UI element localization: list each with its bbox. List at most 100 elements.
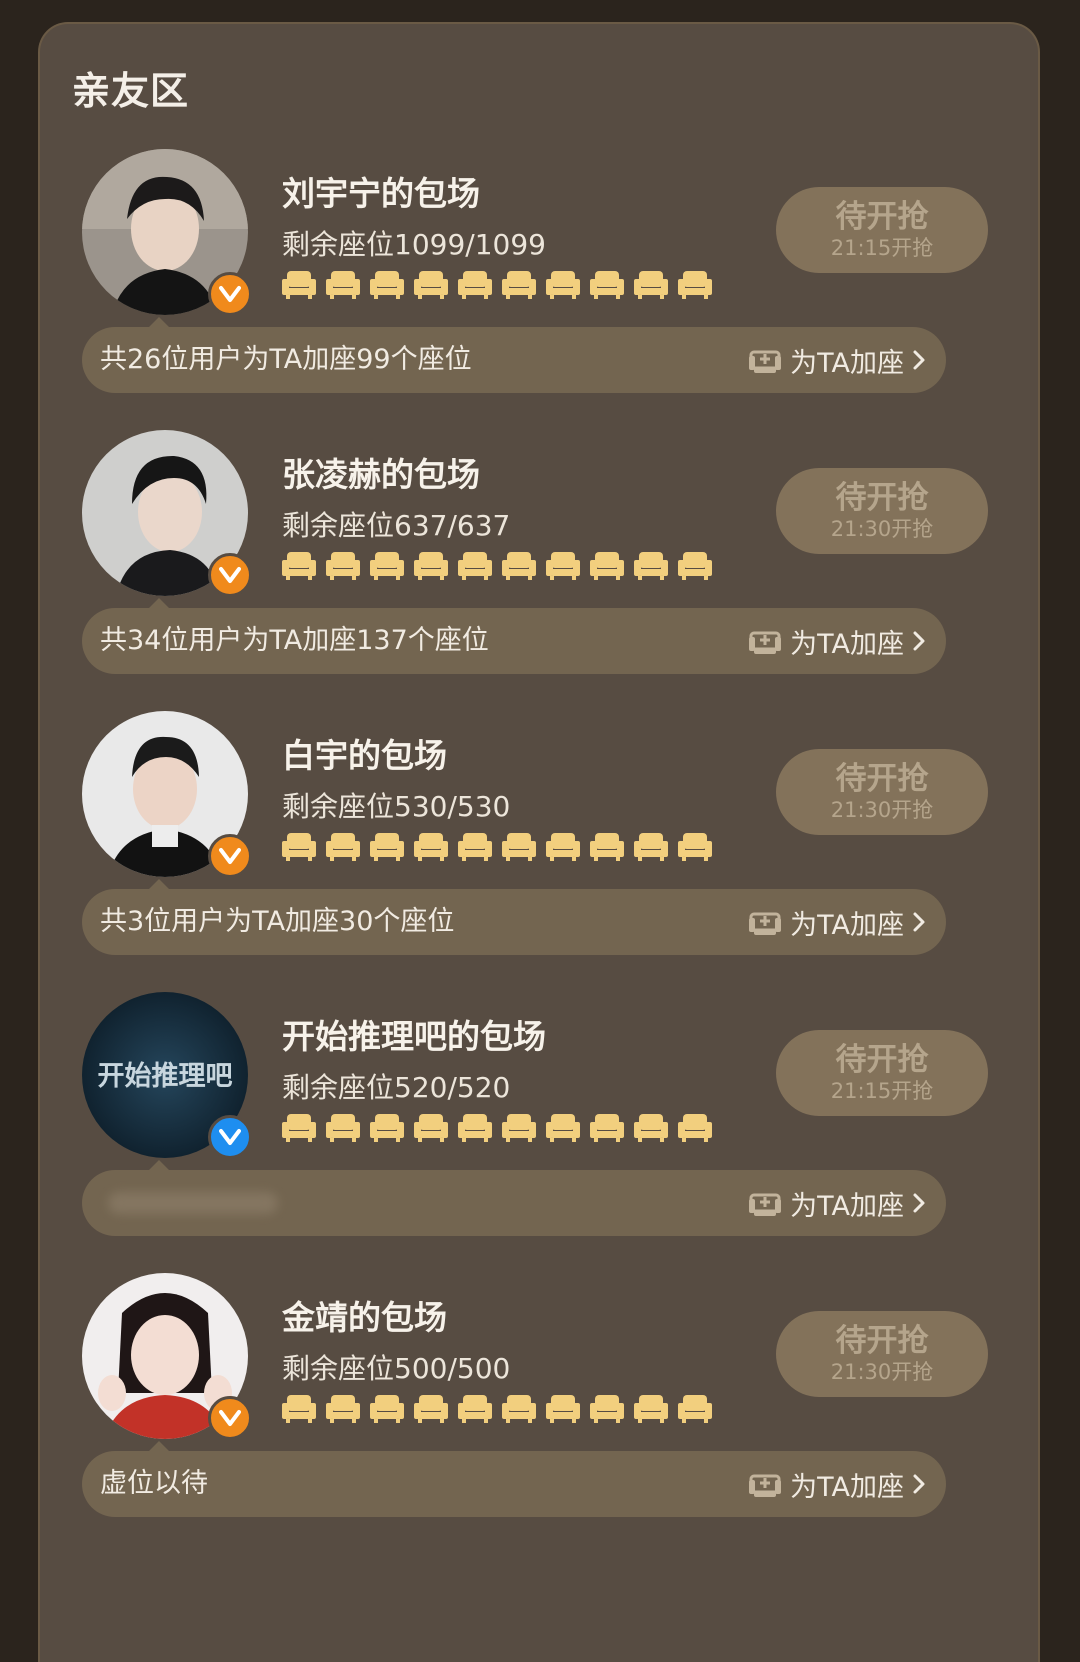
seat-row — [282, 269, 712, 299]
chevron-right-icon — [913, 912, 925, 932]
add-seat-icon — [749, 1193, 782, 1216]
start-time: 21:30开抢 — [830, 798, 934, 822]
add-seat-icon — [749, 631, 782, 654]
seat-icon — [678, 271, 712, 299]
seat-icon — [414, 271, 448, 299]
section-title: 亲友区 — [72, 69, 190, 113]
pending-grab-button[interactable]: 待开抢 21:30开抢 — [776, 468, 988, 554]
seat-icon — [634, 271, 668, 299]
seat-icon — [458, 1114, 492, 1142]
button-label: 待开抢 — [835, 199, 929, 235]
seat-icon — [678, 552, 712, 580]
seat-row — [282, 1112, 712, 1142]
add-seat-label: 为TA加座 — [790, 628, 904, 660]
seat-icon — [502, 1114, 536, 1142]
seat-icon — [546, 1114, 580, 1142]
seat-icon — [502, 552, 536, 580]
seat-icon — [590, 552, 624, 580]
venue-name: 白宇的包场 — [282, 736, 447, 775]
seat-icon — [458, 1395, 492, 1423]
button-label: 待开抢 — [835, 1042, 929, 1078]
add-seat-bar[interactable]: 共34位用户为TA加座137个座位 为TA加座 — [82, 608, 946, 674]
seat-icon — [590, 833, 624, 861]
add-seat-summary: 共3位用户为TA加座30个座位 — [100, 906, 455, 937]
seat-icon — [678, 833, 712, 861]
add-seat-label: 为TA加座 — [790, 1471, 904, 1503]
add-seat-link[interactable]: 为TA加座 — [748, 1170, 926, 1236]
seat-icon — [326, 1114, 360, 1142]
add-seat-link[interactable]: 为TA加座 — [748, 1451, 926, 1517]
seat-icon — [282, 1395, 316, 1423]
add-seat-bar[interactable]: 虚位以待 为TA加座 — [82, 1451, 946, 1517]
add-seat-label: 为TA加座 — [790, 1190, 904, 1222]
button-label: 待开抢 — [835, 480, 929, 516]
seat-icon — [414, 552, 448, 580]
seats-remaining: 剩余座位637/637 — [282, 509, 511, 542]
seat-icon — [546, 271, 580, 299]
seat-icon — [458, 271, 492, 299]
start-time: 21:30开抢 — [830, 1360, 934, 1384]
seat-icon — [370, 833, 404, 861]
avatar-logo-text: 开始推理吧 — [98, 1060, 233, 1092]
add-seat-link[interactable]: 为TA加座 — [748, 327, 926, 393]
seat-icon — [282, 833, 316, 861]
seat-icon — [590, 1395, 624, 1423]
seat-icon — [326, 552, 360, 580]
seat-icon — [502, 1395, 536, 1423]
add-seat-label: 为TA加座 — [790, 347, 904, 379]
add-seat-link[interactable]: 为TA加座 — [748, 889, 926, 955]
add-seat-summary: 虚位以待 — [100, 1468, 208, 1499]
seat-icon — [414, 1395, 448, 1423]
venue-entry[interactable]: 刘宇宁的包场 剩余座位1099/1099 待开抢 21:15开抢 共26位用户为… — [40, 149, 1038, 419]
seats-remaining: 剩余座位520/520 — [282, 1071, 511, 1104]
start-time: 21:15开抢 — [830, 236, 934, 260]
venue-entry[interactable]: 金靖的包场 剩余座位500/500 待开抢 21:30开抢 虚位以待 为TA加座 — [40, 1273, 1038, 1543]
chevron-right-icon — [913, 1193, 925, 1213]
seat-icon — [546, 552, 580, 580]
seat-icon — [370, 1114, 404, 1142]
seat-icon — [634, 552, 668, 580]
pending-grab-button[interactable]: 待开抢 21:15开抢 — [776, 187, 988, 273]
verified-badge-icon — [208, 553, 252, 597]
add-seat-icon — [749, 1474, 782, 1497]
pending-grab-button[interactable]: 待开抢 21:15开抢 — [776, 1030, 988, 1116]
venue-name: 开始推理吧的包场 — [282, 1017, 546, 1056]
add-seat-link[interactable]: 为TA加座 — [748, 608, 926, 674]
venue-entry[interactable]: 开始推理吧 开始推理吧的包场 剩余座位520/520 待开抢 21:15开抢 为… — [40, 992, 1038, 1262]
seat-icon — [678, 1395, 712, 1423]
pending-grab-button[interactable]: 待开抢 21:30开抢 — [776, 1311, 988, 1397]
seat-icon — [282, 271, 316, 299]
button-label: 待开抢 — [835, 761, 929, 797]
verified-badge-icon — [208, 1115, 252, 1159]
seats-remaining: 剩余座位500/500 — [282, 1352, 511, 1385]
seats-remaining: 剩余座位530/530 — [282, 790, 511, 823]
add-seat-icon — [749, 350, 782, 373]
add-seat-bar[interactable]: 共3位用户为TA加座30个座位 为TA加座 — [82, 889, 946, 955]
seat-row — [282, 550, 712, 580]
chevron-right-icon — [913, 350, 925, 370]
button-label: 待开抢 — [835, 1323, 929, 1359]
seat-icon — [678, 1114, 712, 1142]
add-seat-label: 为TA加座 — [790, 909, 904, 941]
venue-name: 张凌赫的包场 — [282, 455, 480, 494]
seat-icon — [326, 1395, 360, 1423]
seat-icon — [502, 271, 536, 299]
add-seat-summary: 共26位用户为TA加座99个座位 — [100, 344, 472, 375]
add-seat-bar[interactable]: 为TA加座 — [82, 1170, 946, 1236]
seat-icon — [546, 833, 580, 861]
pending-grab-button[interactable]: 待开抢 21:30开抢 — [776, 749, 988, 835]
verified-badge-icon — [208, 834, 252, 878]
seat-icon — [634, 833, 668, 861]
venue-entry[interactable]: 张凌赫的包场 剩余座位637/637 待开抢 21:30开抢 共34位用户为TA… — [40, 430, 1038, 700]
seat-icon — [326, 271, 360, 299]
add-seat-summary: 共34位用户为TA加座137个座位 — [100, 625, 489, 656]
seat-icon — [590, 271, 624, 299]
seat-icon — [282, 552, 316, 580]
seat-icon — [590, 1114, 624, 1142]
add-seat-icon — [749, 912, 782, 935]
add-seat-bar[interactable]: 共26位用户为TA加座99个座位 为TA加座 — [82, 327, 946, 393]
venue-entry[interactable]: 白宇的包场 剩余座位530/530 待开抢 21:30开抢 共3位用户为TA加座… — [40, 711, 1038, 981]
seat-icon — [370, 552, 404, 580]
seat-icon — [546, 1395, 580, 1423]
verified-badge-icon — [208, 1396, 252, 1440]
